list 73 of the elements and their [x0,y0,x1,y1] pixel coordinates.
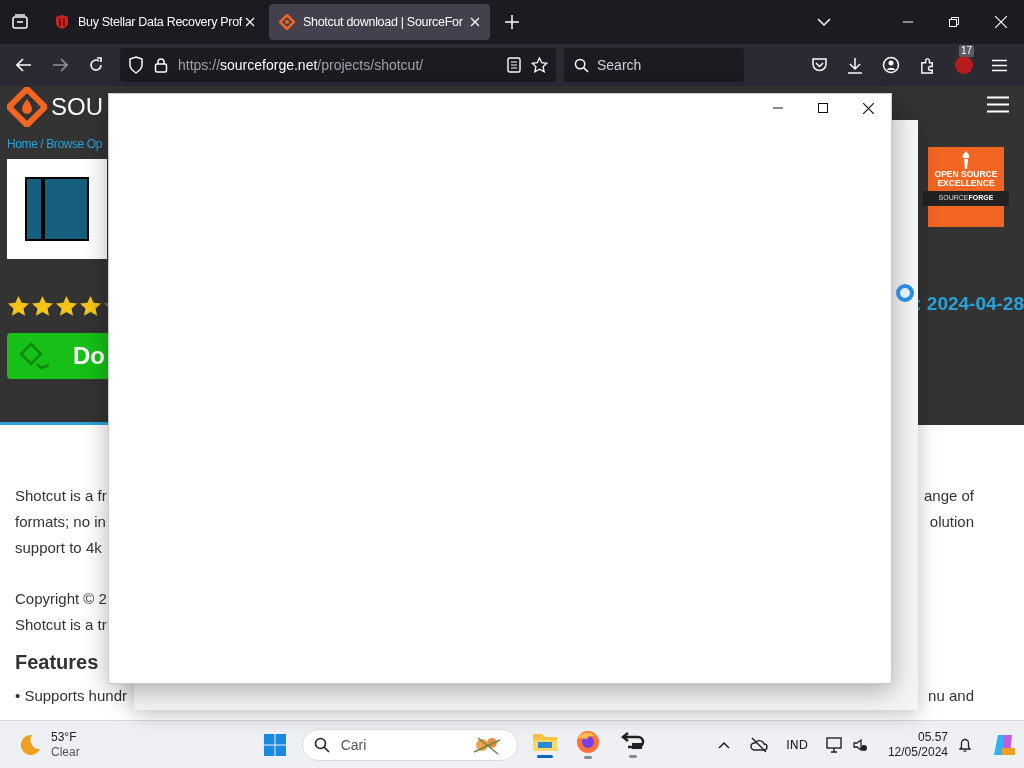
back-icon[interactable] [16,58,32,72]
taskbar-search-field[interactable]: Cari [301,728,518,761]
description-text: formats; no in [15,512,106,532]
torch-icon [960,150,972,170]
star-icon [7,295,30,318]
shield-icon[interactable] [128,56,144,74]
description-text: ange of [923,486,974,506]
copilot-icon[interactable] [992,732,1016,757]
panel-logo-icon [24,176,90,242]
star-icon [31,295,54,318]
speaker-muted-icon[interactable] [851,736,868,753]
weather-condition: Clear [51,744,80,760]
close-icon[interactable] [863,103,874,114]
new-tab-icon[interactable] [505,15,519,29]
copyright-text: Shotcut is a tr [15,615,107,635]
download-icon[interactable] [847,56,863,74]
features-heading: Features [15,651,99,673]
file-explorer-icon[interactable] [531,731,558,758]
monitor-icon[interactable] [825,736,844,753]
firefox-taskbar-icon[interactable] [575,730,600,759]
reader-view-icon[interactable] [507,57,521,73]
browser-tab[interactable]: Shotcut download | SourceFor [269,4,490,40]
count-badge: 17 [959,45,975,57]
bell-icon[interactable] [958,736,972,753]
account-icon[interactable] [882,56,900,74]
search-field[interactable]: Search [564,48,744,82]
forward-icon[interactable] [52,58,68,72]
reload-icon[interactable] [88,57,104,73]
star-icon[interactable] [531,56,548,74]
award-text: EXCELLENCE [937,179,995,188]
clock[interactable]: 05.57 12/05/2024 [887,729,948,760]
puzzle-piece-icon[interactable] [919,56,936,74]
folder-icon [531,731,558,753]
clock-date: 12/05/2024 [887,744,948,760]
description-text: olution [929,512,974,532]
lock-icon [154,57,168,73]
breadcrumb-link[interactable]: Home / Browse Op [7,135,108,153]
copyright-text: Copyright © 2 [15,589,107,609]
clock-time: 05.57 [917,729,948,745]
globe-icon [575,730,600,754]
tab-list-icon[interactable] [11,13,29,31]
award-text: OPEN SOURCE [934,170,998,179]
description-text: Shotcut is a fr [15,486,107,506]
language-indicator[interactable]: IND [786,735,808,754]
maximize-icon[interactable] [818,103,828,113]
search-icon [574,58,589,73]
menu-icon[interactable] [992,58,1007,72]
logo-text: SOU [51,92,103,122]
cloud-off-icon[interactable] [750,736,769,753]
description-text: support to 4k [15,538,102,558]
star-icon [79,295,102,318]
browser-tab[interactable]: Buy Stellar Data Recovery Prof [44,4,265,40]
menu-icon[interactable] [987,96,1009,113]
pocket-icon[interactable] [811,57,828,73]
chevron-down-icon[interactable] [817,18,831,26]
shield-icon [54,14,70,30]
address-bar[interactable]: https://sourceforge.net/projects/shotcut/ [120,48,556,82]
search-icon [313,736,330,753]
tab-title: Shotcut download | SourceFor [303,15,463,30]
url-text: https://sourceforge.net/projects/shotcut/ [178,55,425,75]
moon-icon [18,732,42,757]
diamond-logo-icon[interactable] [7,87,47,127]
tab-title: Buy Stellar Data Recovery Prof [78,15,242,30]
star-icon [55,295,78,318]
download-diamond-icon [19,342,51,370]
restore-icon[interactable] [949,17,959,27]
diamond-icon [279,14,295,30]
weather-temperature: 53°F [51,729,78,745]
chevron-up-icon[interactable] [718,740,731,749]
feature-text: nu and [928,686,974,706]
app-taskbar-icon[interactable] [619,731,646,758]
windows-start-icon[interactable] [263,733,286,756]
feature-text: • Supports hundr [15,686,127,706]
